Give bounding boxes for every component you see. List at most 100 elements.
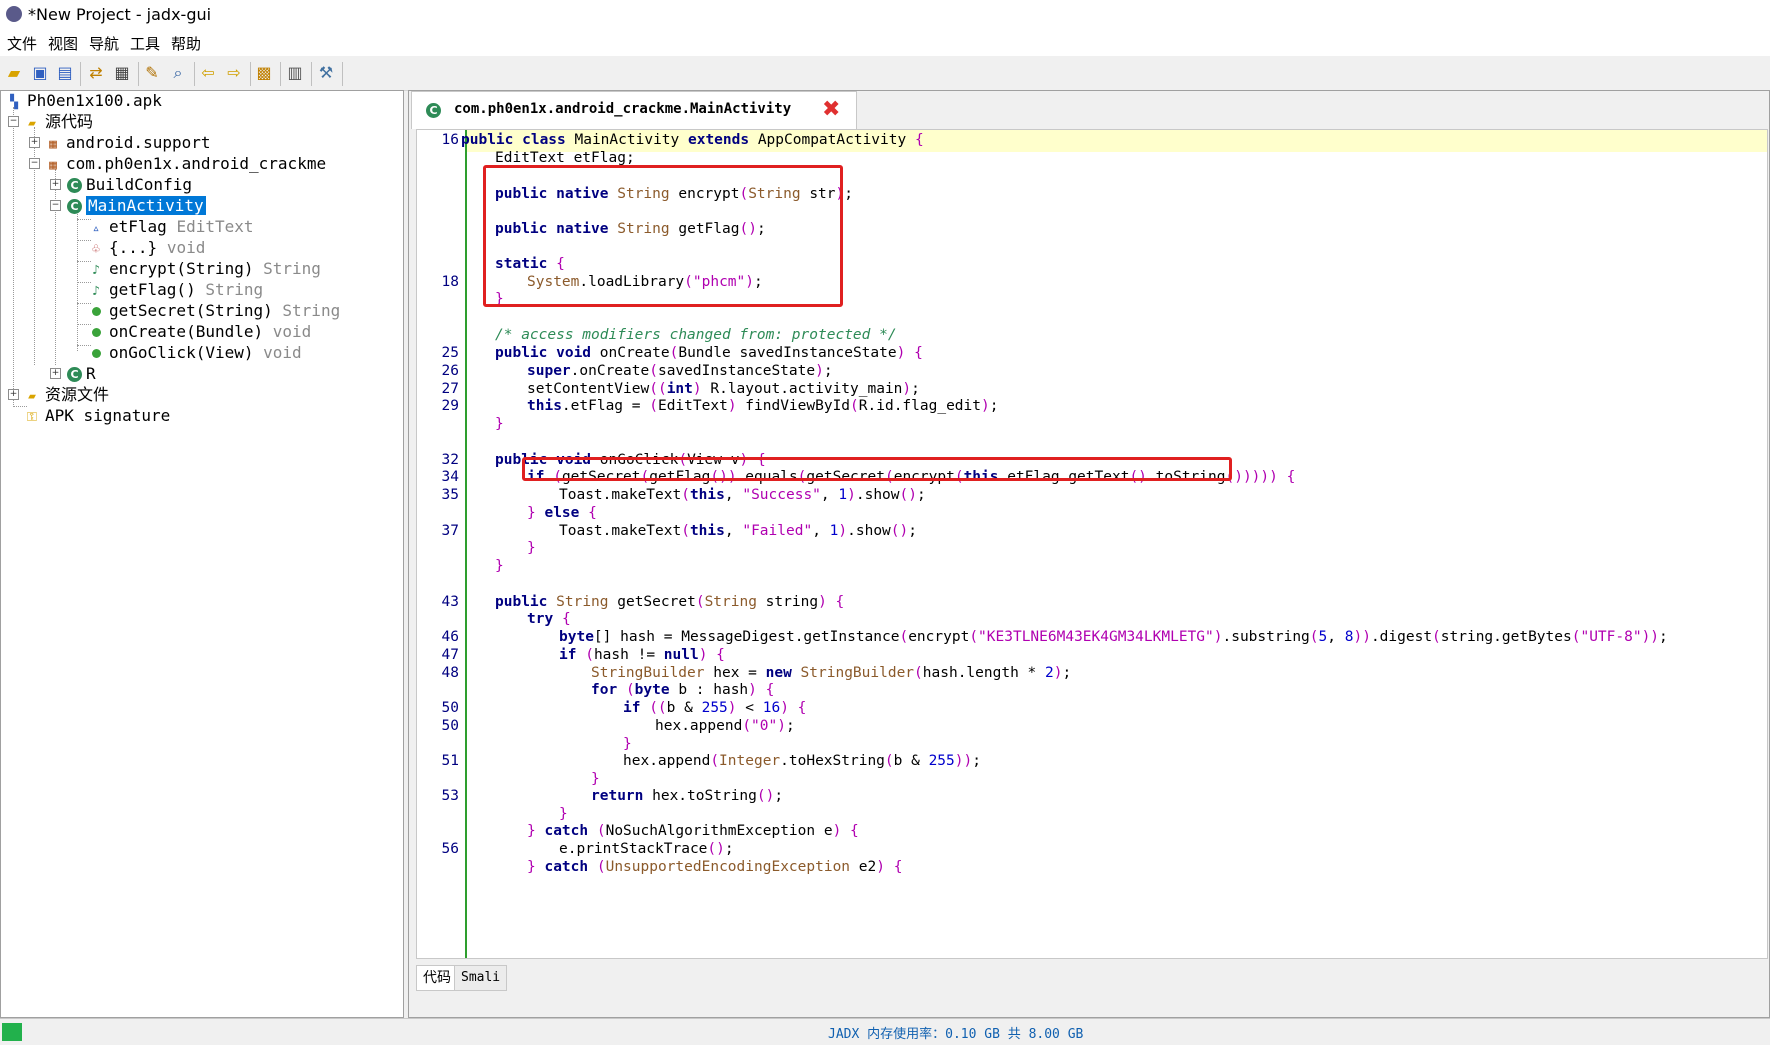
tree-node-apk-signature[interactable]: ⚿ APK signature [23, 404, 170, 427]
line-number: 34 [441, 469, 459, 485]
tree-connector [13, 107, 14, 407]
menu-navigation[interactable]: 导航 [89, 33, 119, 54]
code-line: super.onCreate(savedInstanceState); [527, 363, 833, 379]
line-number: 48 [441, 665, 459, 681]
code-line: return hex.toString(); [591, 788, 784, 804]
line-number: 25 [441, 345, 459, 361]
menu-file[interactable]: 文件 [7, 33, 37, 54]
expand-toggle[interactable]: + [8, 389, 19, 400]
line-number: 16 [441, 132, 459, 148]
code-line: } [495, 416, 504, 432]
editor-tab-mainactivity[interactable]: C com.ph0en1x.android_crackme.MainActivi… [411, 91, 857, 129]
class-icon: C [67, 199, 82, 214]
line-number: 29 [441, 398, 459, 414]
editor-tab-title: com.ph0en1x.android_crackme.MainActivity [454, 101, 792, 117]
code-line: } catch (NoSuchAlgorithmException e) { [527, 823, 859, 839]
line-number: 43 [441, 594, 459, 610]
gutter-separator [465, 130, 467, 958]
toolbar-separator [250, 62, 251, 86]
code-view-tabs: 代码 Smali [416, 961, 1768, 1015]
decompile-icon[interactable]: ✎ [142, 63, 162, 83]
line-number: 50 [441, 718, 459, 734]
tree-node-static-init[interactable]: ♧ {...} void [87, 236, 205, 259]
code-editor[interactable]: 16 18 25 26 27 29 32 34 35 37 43 46 47 4… [416, 129, 1768, 959]
line-number: 35 [441, 487, 459, 503]
line-number: 27 [441, 381, 459, 397]
code-line: if ((b & 255) < 16) { [623, 700, 807, 716]
code-line: byte[] hash = MessageDigest.getInstance(… [559, 629, 1668, 645]
tree-node-field-etflag[interactable]: ▵ etFlag EditText [87, 215, 253, 238]
line-number: 50 [441, 700, 459, 716]
code-line: } [495, 558, 504, 574]
collapse-toggle[interactable]: − [8, 116, 19, 127]
project-tree-panel[interactable]: ▚ Ph0en1x100.apk − ▰ 源代码 + ▦ android.suppor… [0, 90, 404, 1018]
search-icon[interactable]: ⌕ [168, 63, 188, 83]
window-title: *New Project - jadx-gui [28, 5, 212, 24]
tree-node-buildconfig[interactable]: C BuildConfig [67, 173, 192, 196]
line-number: 53 [441, 788, 459, 804]
code-line: e.printStackTrace(); [559, 841, 734, 857]
toolbar-separator [280, 62, 281, 86]
tree-node-method-ongoclick[interactable]: onGoClick(View) void [87, 341, 302, 364]
annotation-box-compare-condition [522, 457, 1232, 481]
expand-toggle[interactable]: + [50, 368, 61, 379]
code-line: hex.append("0"); [655, 718, 795, 734]
deobf-icon[interactable]: ▩ [254, 63, 274, 83]
line-number: 56 [441, 841, 459, 857]
expand-toggle[interactable]: + [29, 137, 40, 148]
code-line: StringBuilder hex = new StringBuilder(ha… [591, 665, 1072, 681]
tree-node-crackme-package[interactable]: ▦ com.ph0en1x.android_crackme [44, 152, 326, 175]
forward-icon[interactable]: ⇨ [224, 63, 244, 83]
tree-connector [77, 211, 78, 351]
class-icon: C [67, 367, 82, 382]
package-icon: ▦ [49, 158, 57, 173]
collapse-toggle[interactable]: − [50, 200, 61, 211]
method-icon [92, 349, 101, 358]
code-line: } [527, 540, 536, 556]
menu-tools[interactable]: 工具 [130, 33, 160, 54]
tree-node-apk[interactable]: ▚ Ph0en1x100.apk [5, 91, 162, 112]
tree-node-resources[interactable]: ▰ 资源文件 [23, 383, 109, 406]
tree-node-method-getsecret[interactable]: getSecret(String) String [87, 299, 340, 322]
tree-node-mainactivity[interactable]: C MainActivity [67, 194, 206, 217]
collapse-toggle[interactable]: − [29, 158, 40, 169]
line-number: 46 [441, 629, 459, 645]
toolbar-separator [194, 62, 195, 86]
tree-node-method-oncreate[interactable]: onCreate(Bundle) void [87, 320, 311, 343]
toolbar-separator [80, 62, 81, 86]
tree-node-r[interactable]: CR [67, 362, 96, 385]
log-icon[interactable]: ▥ [285, 63, 305, 83]
annotation-box-native-methods [483, 165, 843, 307]
code-line: } catch (UnsupportedEncodingException e2… [527, 859, 903, 875]
tab-smali[interactable]: Smali [454, 965, 508, 991]
tab-code[interactable]: 代码 [416, 965, 458, 991]
line-number: 26 [441, 363, 459, 379]
code-line: EditText etFlag; [495, 150, 635, 166]
tree-node-method-encrypt[interactable]: ♪ encrypt(String) String [87, 257, 321, 280]
tree-node-method-getflag[interactable]: ♪ getFlag() String [87, 278, 263, 301]
tree-node-source[interactable]: ▰ 源代码 [23, 110, 93, 133]
close-tab-icon[interactable]: ✖ [822, 97, 840, 122]
expand-toggle[interactable]: + [50, 179, 61, 190]
code-line: /* access modifiers changed from: protec… [495, 327, 897, 343]
save-all-icon[interactable]: ▤ [55, 63, 75, 83]
memory-usage: JADX 内存使用率：0.10 GB 共 8.00 GB [828, 1027, 1084, 1042]
menu-view[interactable]: 视图 [48, 33, 78, 54]
prefs-icon[interactable]: ⚒ [316, 63, 336, 83]
code-line: try { [527, 611, 571, 627]
line-number: 18 [441, 274, 459, 290]
tree-node-android-support[interactable]: ▦ android.support [44, 131, 210, 154]
menu-help[interactable]: 帮助 [171, 33, 201, 54]
back-icon[interactable]: ⇦ [198, 63, 218, 83]
flatten-icon[interactable]: ▦ [112, 63, 132, 83]
method-icon [92, 328, 101, 337]
toolbar-separator [311, 62, 312, 86]
tree-connector [55, 169, 56, 365]
app-icon [6, 6, 22, 22]
toolbar-separator [138, 62, 139, 86]
code-line: if (hash != null) { [559, 647, 725, 663]
save-icon[interactable]: ▣ [30, 63, 50, 83]
sync-icon[interactable]: ⇄ [86, 63, 106, 83]
open-icon[interactable]: ▰ [4, 63, 24, 83]
line-number: 47 [441, 647, 459, 663]
